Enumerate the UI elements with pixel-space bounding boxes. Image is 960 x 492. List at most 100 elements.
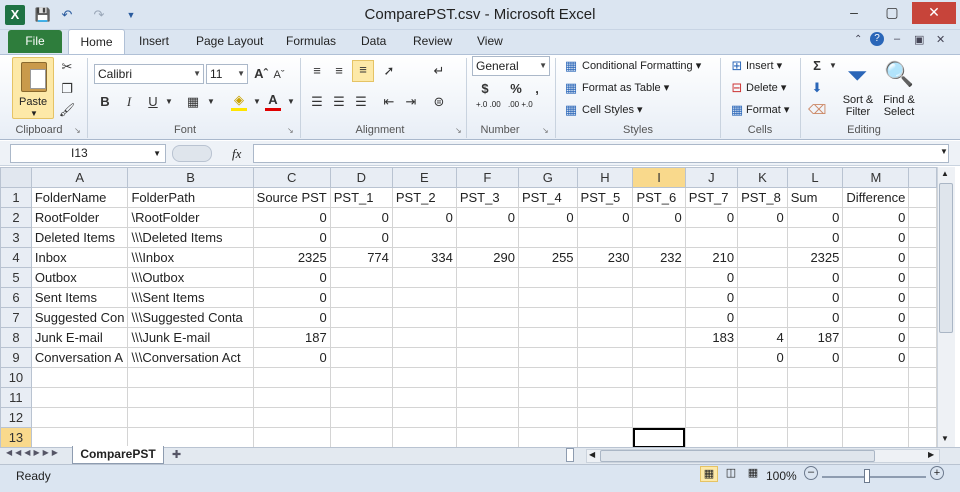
cell-c11[interactable] — [252, 387, 331, 408]
row-header[interactable]: 6 — [0, 287, 32, 308]
font-size-combo[interactable]: 11 ▼ — [206, 64, 248, 84]
cell-b11[interactable] — [127, 387, 254, 408]
cell-b8[interactable]: \\\Junk E-mail — [127, 327, 254, 348]
cell-i1[interactable]: PST_6 — [632, 187, 686, 208]
cell-j8[interactable]: 183 — [684, 327, 739, 348]
grow-font-icon[interactable]: Aˆ — [252, 65, 270, 83]
cell-k12[interactable] — [737, 407, 788, 428]
column-header-h[interactable]: H — [576, 167, 634, 188]
font-launcher-icon[interactable]: ↘ — [287, 126, 296, 135]
cell-b7[interactable]: \\\Suggested Conta — [127, 307, 254, 328]
decrease-indent-icon[interactable]: ⇤ — [380, 93, 398, 111]
row-header[interactable]: 1 — [0, 187, 32, 208]
cell-l13[interactable] — [786, 427, 844, 447]
cell-j6[interactable]: 0 — [684, 287, 739, 308]
formula-input[interactable] — [253, 144, 949, 163]
tab-data[interactable]: Data — [361, 34, 386, 48]
cell-j4[interactable]: 210 — [684, 247, 739, 268]
cell-g11[interactable] — [517, 387, 578, 408]
minimize-button[interactable]: – — [836, 2, 872, 24]
sort-filter-icon[interactable]: ⏷ — [840, 58, 874, 92]
cell-f11[interactable] — [455, 387, 519, 408]
cell-e8[interactable] — [391, 327, 457, 348]
cell-g2[interactable]: 0 — [517, 207, 578, 228]
cell-f12[interactable] — [455, 407, 519, 428]
cell-h1[interactable]: PST_5 — [576, 187, 634, 208]
shrink-font-icon[interactable]: Aˇ — [270, 66, 288, 84]
cell-b9[interactable]: \\\Conversation Act — [127, 347, 254, 368]
cell-l8[interactable]: 187 — [786, 327, 844, 348]
cell-e2[interactable]: 0 — [391, 207, 457, 228]
row-header[interactable]: 12 — [0, 407, 32, 428]
normal-view-icon[interactable]: ▦ — [700, 466, 718, 482]
cell-l6[interactable]: 0 — [786, 287, 844, 308]
format-as-table-button[interactable]: Format as Table ▾ — [582, 81, 669, 94]
help-icon[interactable]: ? — [870, 32, 884, 46]
tab-formulas[interactable]: Formulas — [286, 34, 336, 48]
cell-k6[interactable] — [737, 287, 788, 308]
cell-f6[interactable] — [455, 287, 519, 308]
cell-b2[interactable]: \RootFolder — [127, 207, 254, 228]
cell-m2[interactable]: 0 — [842, 207, 910, 228]
name-box[interactable]: I13 ▼ — [10, 144, 166, 163]
cell-g4[interactable]: 255 — [517, 247, 578, 268]
cell-i10[interactable] — [632, 367, 686, 388]
insert-cells-icon[interactable]: ⊞ — [728, 57, 746, 75]
cell-b5[interactable]: \\\Outbox — [127, 267, 254, 288]
formula-bar-splitter[interactable] — [172, 145, 212, 162]
cell-e4[interactable]: 334 — [391, 247, 457, 268]
cell-h8[interactable] — [576, 327, 634, 348]
maximize-button[interactable]: ▢ — [874, 2, 910, 24]
cell-extra[interactable] — [908, 347, 937, 368]
cell-i13[interactable] — [632, 427, 686, 447]
insert-button[interactable]: Insert ▾ — [746, 59, 782, 72]
align-left-icon[interactable]: ☰ — [308, 93, 326, 111]
cell-e9[interactable] — [391, 347, 457, 368]
cell-extra[interactable] — [908, 247, 937, 268]
cell-c2[interactable]: 0 — [252, 207, 331, 228]
percent-icon[interactable]: % — [507, 80, 525, 98]
cell-l2[interactable]: 0 — [786, 207, 844, 228]
cell-c6[interactable]: 0 — [252, 287, 331, 308]
cell-extra[interactable] — [908, 387, 937, 408]
bold-icon[interactable]: B — [96, 93, 114, 111]
alignment-launcher-icon[interactable]: ↘ — [455, 126, 464, 135]
cell-i9[interactable] — [632, 347, 686, 368]
zoom-level[interactable]: 100% — [766, 469, 797, 483]
cell-c4[interactable]: 2325 — [252, 247, 331, 268]
align-top-icon[interactable]: ≡ — [308, 62, 326, 80]
cell-extra[interactable] — [908, 287, 937, 308]
cell-k4[interactable] — [737, 247, 788, 268]
cell-m10[interactable] — [842, 367, 910, 388]
zoom-in-button[interactable]: + — [930, 466, 944, 480]
format-painter-icon[interactable]: 🖌 — [58, 101, 76, 119]
merge-center-icon[interactable]: ⊜ — [430, 93, 448, 111]
copy-icon[interactable]: ❐ — [58, 80, 76, 98]
align-right-icon[interactable]: ☰ — [352, 93, 370, 111]
cell-g10[interactable] — [517, 367, 578, 388]
cell-i8[interactable] — [632, 327, 686, 348]
cell-a3[interactable]: Deleted Items — [30, 227, 129, 248]
cell-e11[interactable] — [391, 387, 457, 408]
cell-i11[interactable] — [632, 387, 686, 408]
cell-i4[interactable]: 232 — [632, 247, 686, 268]
cell-g8[interactable] — [517, 327, 578, 348]
increase-decimal-icon[interactable]: +.0 .00 — [476, 100, 504, 109]
cell-b13[interactable] — [127, 427, 254, 447]
cell-c10[interactable] — [252, 367, 331, 388]
cell-f13[interactable] — [455, 427, 519, 447]
underline-dropdown-icon[interactable]: ▼ — [160, 93, 178, 111]
cell-m11[interactable] — [842, 387, 910, 408]
cell-i5[interactable] — [632, 267, 686, 288]
vertical-scroll-thumb[interactable] — [939, 183, 953, 333]
cell-extra[interactable] — [908, 407, 937, 428]
cell-c3[interactable]: 0 — [252, 227, 331, 248]
cell-b10[interactable] — [127, 367, 254, 388]
cell-b3[interactable]: \\\Deleted Items — [127, 227, 254, 248]
cell-h13[interactable] — [576, 427, 634, 447]
cell-l7[interactable]: 0 — [786, 307, 844, 328]
cell-e10[interactable] — [391, 367, 457, 388]
cell-d7[interactable] — [329, 307, 393, 328]
cell-m7[interactable]: 0 — [842, 307, 910, 328]
tab-file[interactable]: File — [8, 30, 62, 53]
